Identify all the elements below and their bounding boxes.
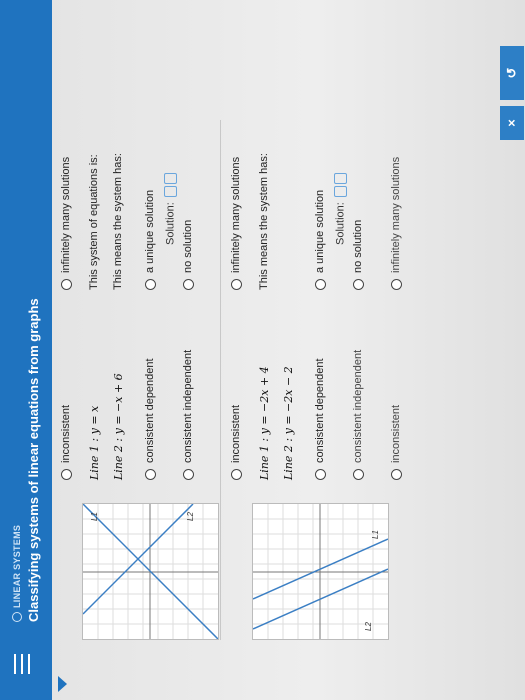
undo-button[interactable]: ↺: [500, 46, 524, 100]
p1-system-prompt: This system of equations is:: [88, 154, 100, 290]
p1-line2-equation: Line 2 : y = −x + 6: [112, 373, 125, 480]
radio-icon[interactable]: [390, 469, 402, 480]
p1-graph: L1 L2: [82, 503, 219, 640]
radio-icon[interactable]: [230, 469, 242, 480]
problems-area: inconsistent infinitely many solutions L…: [52, 120, 525, 640]
radio-icon[interactable]: [60, 469, 72, 480]
svg-text:L2: L2: [186, 512, 195, 521]
p2-option-unique[interactable]: a unique solution: [314, 190, 326, 290]
solution-x-input[interactable]: [164, 186, 177, 198]
radio-icon[interactable]: [144, 469, 156, 480]
p1-option-inconsistent-top[interactable]: inconsistent: [60, 405, 72, 480]
solution-y-input[interactable]: [164, 173, 177, 185]
topic-circle-icon: [12, 612, 22, 622]
p2-option-inconsistent-top[interactable]: inconsistent: [230, 405, 242, 480]
p1-option-no-solution[interactable]: no solution: [182, 220, 194, 290]
p1-means-prompt: This means the system has:: [112, 153, 124, 290]
radio-icon[interactable]: [230, 279, 242, 290]
p2-option-no-solution[interactable]: no solution: [352, 220, 364, 290]
svg-text:L2: L2: [364, 622, 373, 631]
p1-option-consistent-independent[interactable]: consistent independent: [182, 350, 194, 480]
radio-icon[interactable]: [314, 279, 326, 290]
p2-option-infinite-top[interactable]: infinitely many solutions: [230, 157, 242, 290]
p2-graph: L1 L2: [252, 503, 389, 640]
p1-solution: Solution:: [164, 173, 177, 245]
p2-line2-equation: Line 2 : y = −2x − 2: [282, 366, 295, 480]
svg-text:L1: L1: [90, 512, 99, 521]
p2-means-prompt: This means the system has:: [258, 153, 270, 290]
chevron-down-icon[interactable]: [58, 676, 67, 692]
menu-icon[interactable]: [14, 654, 30, 674]
p2-option-consistent-dependent[interactable]: consistent dependent: [314, 358, 326, 480]
radio-icon[interactable]: [352, 279, 364, 290]
page-title: Classifying systems of linear equations …: [26, 298, 41, 622]
header-bar: LINEAR SYSTEMS Classifying systems of li…: [0, 0, 52, 700]
radio-icon[interactable]: [182, 279, 194, 290]
p1-option-infinite[interactable]: infinitely many solutions: [60, 157, 72, 290]
p1-option-consistent-dependent[interactable]: consistent dependent: [144, 358, 156, 480]
radio-icon[interactable]: [60, 279, 72, 290]
radio-icon[interactable]: [352, 469, 364, 480]
p2-option-inconsistent[interactable]: inconsistent: [390, 405, 402, 480]
p2-option-consistent-independent[interactable]: consistent independent: [352, 350, 364, 480]
p2-option-infinite[interactable]: infinitely many solutions: [390, 157, 402, 290]
radio-icon[interactable]: [390, 279, 402, 290]
p1-graph-svg: L1 L2: [82, 503, 219, 640]
p2-graph-svg: L1 L2: [252, 504, 389, 639]
p2-solution: Solution:: [334, 173, 347, 245]
p2-line1-equation: Line 1 : y = −2x + 4: [258, 366, 271, 480]
p1-line1-equation: Line 1 : y = x: [88, 405, 101, 480]
radio-icon[interactable]: [182, 469, 194, 480]
worksheet: LINEAR SYSTEMS Classifying systems of li…: [0, 0, 525, 700]
solution-x-input[interactable]: [334, 186, 347, 198]
screen: LINEAR SYSTEMS Classifying systems of li…: [0, 0, 525, 700]
p1-option-unique[interactable]: a unique solution: [144, 190, 156, 290]
clear-button[interactable]: ×: [500, 106, 524, 140]
solution-y-input[interactable]: [334, 173, 347, 185]
radio-icon[interactable]: [314, 469, 326, 480]
radio-icon[interactable]: [144, 279, 156, 290]
section-label: LINEAR SYSTEMS: [12, 524, 22, 608]
svg-text:L1: L1: [371, 530, 380, 539]
divider: [220, 120, 221, 640]
